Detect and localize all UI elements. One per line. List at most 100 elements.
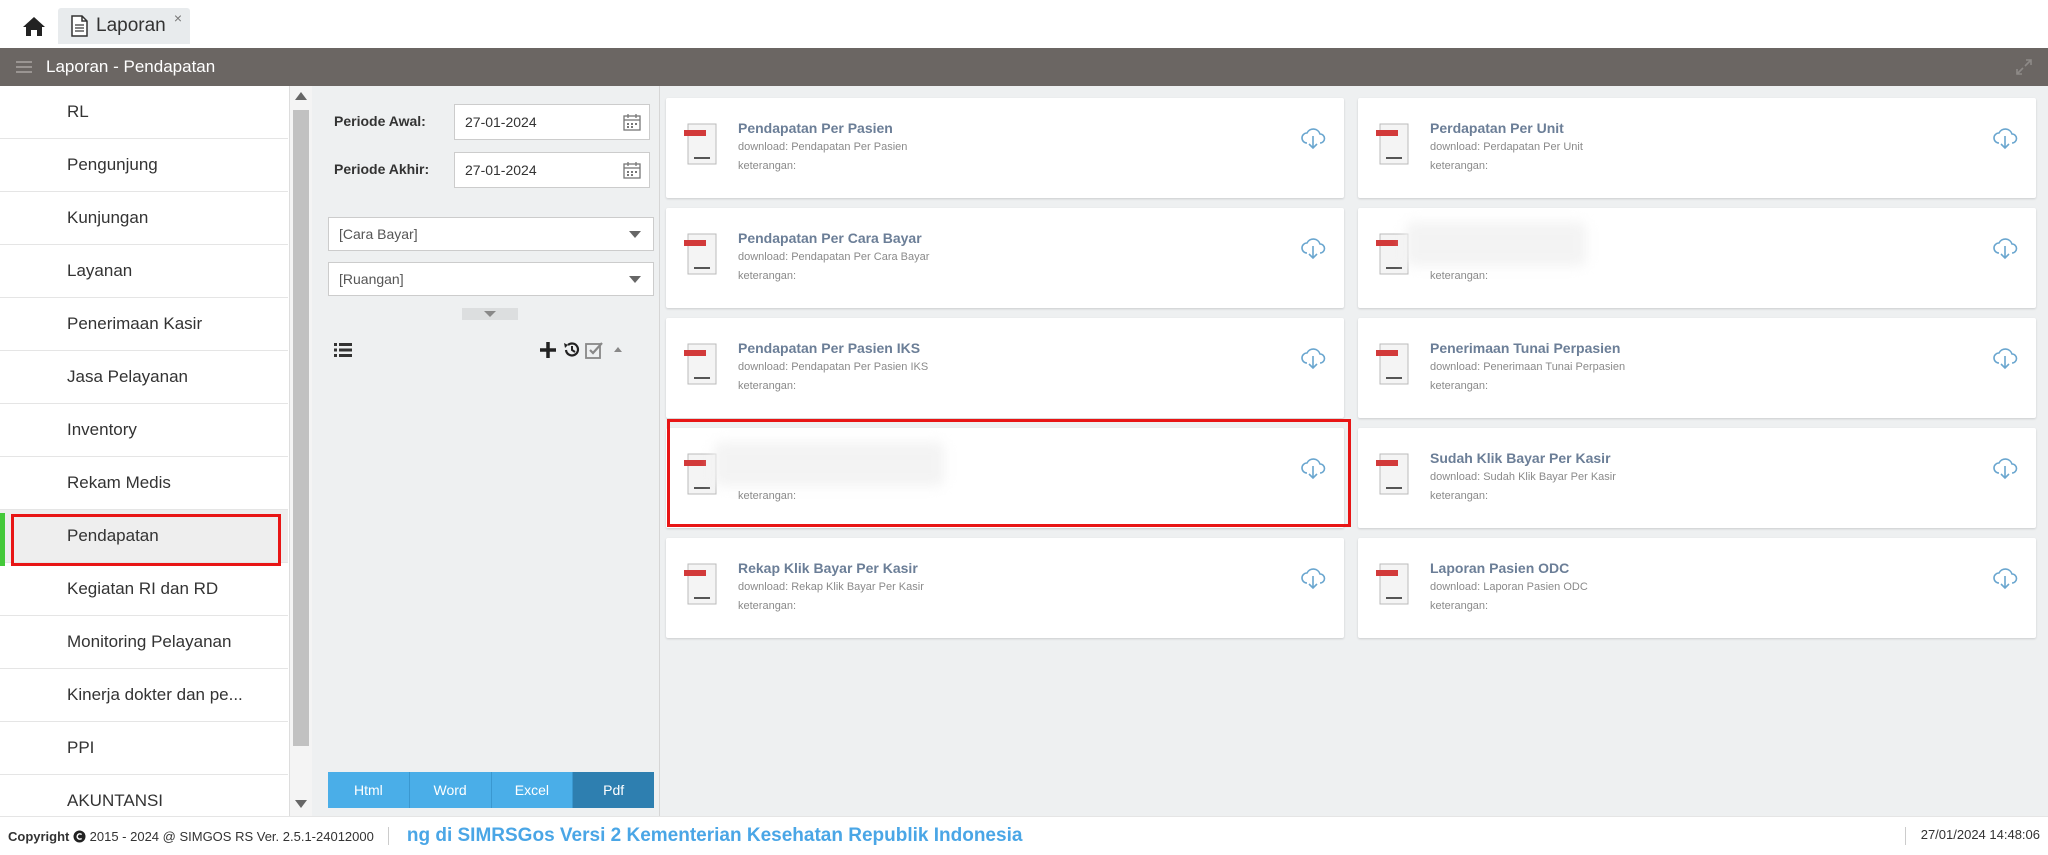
scroll-up-icon[interactable] bbox=[295, 92, 307, 100]
history-icon[interactable] bbox=[562, 340, 582, 360]
report-card[interactable]: Sudah Klik Bayar Per Kasir download: Sud… bbox=[1358, 428, 2036, 528]
nav-item-jasa-pelayanan[interactable]: Jasa Pelayanan bbox=[0, 351, 288, 404]
report-card[interactable]: Pendapatan Per Pasien download: Pendapat… bbox=[666, 98, 1344, 198]
calendar-icon[interactable] bbox=[623, 161, 641, 179]
cloud-download-icon[interactable] bbox=[1300, 346, 1326, 370]
expand-icon[interactable] bbox=[2014, 57, 2034, 77]
nav-item-kunjungan[interactable]: Kunjungan bbox=[0, 192, 288, 245]
tab-label: Laporan bbox=[96, 15, 166, 36]
collapse-filter-handle[interactable] bbox=[462, 308, 518, 320]
report-card-blurred[interactable]: keterangan: bbox=[1358, 208, 2036, 308]
report-keterangan: keterangan: bbox=[738, 600, 797, 612]
report-keterangan: keterangan: bbox=[1430, 600, 1489, 612]
periode-akhir-input[interactable]: 27-01-2024 bbox=[454, 152, 650, 188]
plus-icon[interactable] bbox=[538, 340, 558, 360]
cloud-download-icon[interactable] bbox=[1992, 456, 2018, 480]
report-download-text: download: Penerimaan Tunai Perpasien bbox=[1430, 361, 1626, 373]
footer-divider bbox=[1905, 827, 1906, 845]
page-title: Laporan - Pendapatan bbox=[46, 57, 216, 76]
nav-item-kinerja-dokter[interactable]: Kinerja dokter dan pe... bbox=[0, 669, 288, 722]
report-keterangan: keterangan: bbox=[1430, 270, 1489, 282]
nav-item-monitoring-pelayanan[interactable]: Monitoring Pelayanan bbox=[0, 616, 288, 669]
nav-item-penerimaan-kasir[interactable]: Penerimaan Kasir bbox=[0, 298, 288, 351]
pdf-document-icon bbox=[1376, 563, 1409, 605]
calendar-icon[interactable] bbox=[623, 113, 641, 131]
report-download-text: download: Sudah Klik Bayar Per Kasir bbox=[1430, 471, 1616, 483]
report-card[interactable]: Penerimaan Tunai Perpasien download: Pen… bbox=[1358, 318, 2036, 418]
report-title: Sudah Klik Bayar Per Kasir bbox=[1430, 450, 1611, 466]
pdf-document-icon bbox=[1376, 123, 1409, 165]
report-keterangan: keterangan: bbox=[738, 490, 797, 502]
output-format-group: Html Word Excel Pdf bbox=[328, 772, 654, 808]
report-download-text: download: Pendapatan Per Pasien IKS bbox=[738, 361, 929, 373]
report-card[interactable]: Laporan Pasien ODC download: Laporan Pas… bbox=[1358, 538, 2036, 638]
cloud-download-icon[interactable] bbox=[1300, 456, 1326, 480]
report-download-text: download: Perdapatan Per Unit bbox=[1430, 141, 1583, 153]
menu-icon[interactable] bbox=[16, 58, 32, 76]
report-title: Penerimaan Tunai Perpasien bbox=[1430, 340, 1621, 356]
copyright-text: Copyright 2015 - 2024 @ SIMGOS RS Ver. 2… bbox=[8, 829, 374, 844]
nav-item-ppi[interactable]: PPI bbox=[0, 722, 288, 775]
report-keterangan: keterangan: bbox=[1430, 160, 1489, 172]
report-card[interactable]: Perdapatan Per Unit download: Perdapatan… bbox=[1358, 98, 2036, 198]
active-indicator bbox=[0, 513, 5, 566]
cara-bayar-value: [Cara Bayar] bbox=[339, 226, 418, 242]
report-title: Laporan Pasien ODC bbox=[1430, 560, 1570, 576]
list-icon[interactable] bbox=[334, 342, 352, 358]
page-header: Laporan - Pendapatan bbox=[0, 48, 2048, 86]
cloud-download-icon[interactable] bbox=[1300, 566, 1326, 590]
copyright-icon bbox=[73, 830, 86, 842]
nav-item-inventory[interactable]: Inventory bbox=[0, 404, 288, 457]
report-card[interactable]: Rekap Klik Bayar Per Kasir download: Rek… bbox=[666, 538, 1344, 638]
chevron-up-icon[interactable] bbox=[608, 340, 628, 360]
cloud-download-icon[interactable] bbox=[1992, 346, 2018, 370]
pdf-document-icon bbox=[684, 123, 717, 165]
cloud-download-icon[interactable] bbox=[1992, 126, 2018, 150]
nav-item-pengunjung[interactable]: Pengunjung bbox=[0, 139, 288, 192]
html-button[interactable]: Html bbox=[328, 772, 410, 808]
ruangan-select[interactable]: [Ruangan] bbox=[328, 262, 654, 296]
pdf-button[interactable]: Pdf bbox=[573, 772, 654, 808]
report-title: Pendapatan Per Pasien bbox=[738, 120, 893, 136]
nav-item-rl[interactable]: RL bbox=[0, 86, 288, 139]
report-card-blurred[interactable]: keterangan: bbox=[666, 428, 1344, 528]
check-icon[interactable] bbox=[584, 340, 604, 360]
report-keterangan: keterangan: bbox=[738, 270, 797, 282]
copyright-label: Copyright bbox=[8, 828, 70, 844]
document-icon bbox=[71, 15, 88, 37]
report-card[interactable]: Pendapatan Per Pasien IKS download: Pend… bbox=[666, 318, 1344, 418]
periode-awal-input[interactable]: 27-01-2024 bbox=[454, 104, 650, 140]
redacted-title bbox=[714, 442, 944, 486]
marquee-text: ng di SIMRSGos Versi 2 Kementerian Keseh… bbox=[406, 825, 1023, 846]
scroll-down-icon[interactable] bbox=[295, 800, 307, 808]
report-card[interactable]: Pendapatan Per Cara Bayar download: Pend… bbox=[666, 208, 1344, 308]
report-download-text: download: Laporan Pasien ODC bbox=[1430, 581, 1588, 593]
copyright-rest: 2015 - 2024 @ SIMGOS RS Ver. 2.5.1-24012… bbox=[89, 828, 374, 844]
nav-scrollbar[interactable] bbox=[290, 86, 312, 816]
footer-datetime: 27/01/2024 14:48:06 bbox=[1920, 827, 2040, 842]
cloud-download-icon[interactable] bbox=[1300, 126, 1326, 150]
tab-laporan[interactable]: Laporan × bbox=[58, 8, 190, 44]
filter-panel: Periode Awal: 27-01-2024 Periode Akhir: … bbox=[312, 86, 660, 816]
excel-button[interactable]: Excel bbox=[491, 772, 574, 808]
pdf-document-icon bbox=[684, 563, 717, 605]
ruangan-value: [Ruangan] bbox=[339, 271, 404, 287]
scrollbar-thumb[interactable] bbox=[293, 110, 309, 746]
top-tab-bar: Laporan × bbox=[0, 0, 2048, 48]
cara-bayar-select[interactable]: [Cara Bayar] bbox=[328, 217, 654, 251]
highlight-box-nav bbox=[11, 514, 281, 566]
nav-item-layanan[interactable]: Layanan bbox=[0, 245, 288, 298]
home-button[interactable] bbox=[18, 12, 50, 40]
tab-close-button[interactable]: × bbox=[174, 10, 182, 26]
word-button[interactable]: Word bbox=[409, 772, 492, 808]
pdf-document-icon bbox=[1376, 453, 1409, 495]
cloud-download-icon[interactable] bbox=[1992, 566, 2018, 590]
cloud-download-icon[interactable] bbox=[1992, 236, 2018, 260]
redacted-title bbox=[1406, 222, 1586, 266]
nav-item-rekam-medis[interactable]: Rekam Medis bbox=[0, 457, 288, 510]
report-keterangan: keterangan: bbox=[1430, 380, 1489, 392]
cloud-download-icon[interactable] bbox=[1300, 236, 1326, 260]
nav-item-kegiatan-ri-rd[interactable]: Kegiatan RI dan RD bbox=[0, 563, 288, 616]
report-title: Pendapatan Per Pasien IKS bbox=[738, 340, 921, 356]
report-download-text: download: Pendapatan Per Cara Bayar bbox=[738, 251, 930, 263]
